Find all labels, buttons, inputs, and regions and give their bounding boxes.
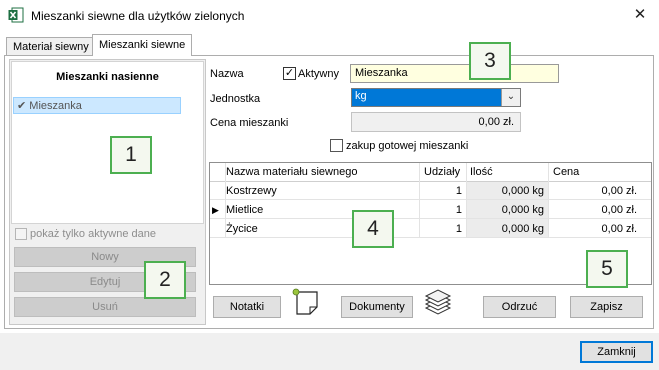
window-title: Mieszanki siewne dla użytków zielonych — [31, 9, 245, 23]
table-row[interactable]: Życice 1 0,000 kg 0,00 zł. — [210, 220, 651, 238]
excel-icon — [8, 7, 24, 23]
sticky-note-icon[interactable] — [290, 287, 322, 317]
table-row[interactable]: ▶ Mietlice 1 0,000 kg 0,00 zł. — [210, 201, 651, 219]
cell-price: 0,00 zł. — [601, 185, 637, 197]
mixture-list[interactable] — [11, 61, 204, 224]
active-checkbox[interactable]: ✓ — [283, 67, 296, 80]
cell-share: 1 — [455, 204, 462, 216]
revert-button[interactable]: Odrzuć — [483, 296, 556, 318]
only-active-label: pokaż tylko aktywne dane — [30, 228, 156, 240]
cell-share: 1 — [455, 185, 462, 197]
chevron-down-icon[interactable]: ⌄ — [501, 89, 520, 106]
price-field: 0,00 zł. — [351, 112, 521, 132]
tab-material[interactable]: Materiał siewny — [6, 37, 96, 55]
cell-share: 1 — [455, 223, 462, 235]
cell-qty: 0,000 kg — [501, 185, 544, 197]
grid-header-row: Nazwa materiału siewnego Udziały Ilość C… — [210, 163, 651, 182]
unit-label: Jednostka — [210, 93, 261, 105]
grid-divider — [419, 163, 420, 238]
delete-button[interactable]: Usuń — [14, 297, 196, 317]
callout-5: 5 — [586, 250, 628, 288]
ready-mix-checkbox[interactable] — [330, 139, 343, 152]
cell-price: 0,00 zł. — [601, 204, 637, 216]
checkmark-icon: ✔ — [17, 100, 27, 112]
close-icon[interactable]: ✕ — [630, 5, 650, 25]
grid-divider — [225, 163, 226, 238]
list-item[interactable]: ✔ Mieszanka — [13, 97, 181, 114]
grid-divider — [466, 163, 467, 238]
grid-divider — [548, 163, 549, 238]
column-header-name[interactable]: Nazwa materiału siewnego — [226, 163, 416, 181]
close-button[interactable]: Zamknij — [580, 341, 653, 363]
column-header-price[interactable]: Cena — [551, 163, 641, 181]
cell-qty: 0,000 kg — [501, 223, 544, 235]
callout-3: 3 — [469, 42, 511, 80]
only-active-checkbox[interactable] — [15, 228, 27, 240]
save-button[interactable]: Zapisz — [570, 296, 643, 318]
callout-1: 1 — [110, 136, 152, 174]
cell-name: Kostrzewy — [226, 185, 277, 197]
name-input[interactable]: Mieszanka — [350, 64, 559, 83]
tab-mixtures[interactable]: Mieszanki siewne — [92, 34, 193, 56]
ready-mix-label: zakup gotowej mieszanki — [346, 140, 469, 152]
footer-bar — [0, 333, 659, 370]
cell-qty: 0,000 kg — [501, 204, 544, 216]
unit-select[interactable] — [351, 88, 521, 107]
table-row[interactable]: Kostrzewy 1 0,000 kg 0,00 zł. — [210, 182, 651, 200]
callout-2: 2 — [144, 261, 186, 299]
active-label: Aktywny — [298, 68, 339, 80]
column-header-qty[interactable]: Ilość — [468, 163, 546, 181]
list-item-label: Mieszanka — [29, 100, 82, 112]
column-header-share[interactable]: Udziały — [421, 163, 466, 181]
name-label: Nazwa — [210, 68, 244, 80]
notes-button[interactable]: Notatki — [213, 296, 281, 318]
cell-price: 0,00 zł. — [601, 223, 637, 235]
unit-select-value: kg — [355, 90, 367, 102]
price-label: Cena mieszanki — [210, 117, 289, 129]
callout-4: 4 — [352, 210, 394, 248]
stacked-documents-icon[interactable] — [422, 288, 454, 318]
mixture-list-header: Mieszanki nasienne — [56, 71, 159, 83]
documents-button[interactable]: Dokumenty — [341, 296, 413, 318]
current-row-marker-icon: ▶ — [212, 205, 219, 215]
